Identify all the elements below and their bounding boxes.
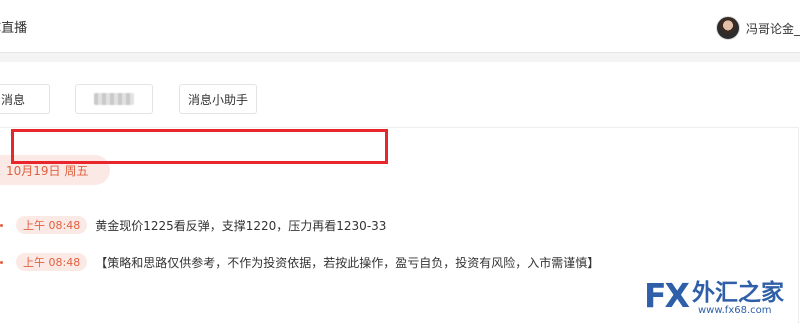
- logo-name: 外汇之家: [692, 280, 784, 306]
- date-label: 10月19日 周五: [6, 163, 89, 178]
- app-title: C直播: [0, 21, 28, 36]
- time-badge: 上午 08:48: [16, 216, 88, 234]
- highlight-box: [11, 129, 388, 164]
- avatar[interactable]: [715, 16, 740, 40]
- tab-message-assistant-label: 消息小助手: [187, 92, 248, 107]
- message-text: 【策略和思路仅供参考，不作为投资依据，若按此操作，盈亏自负，投资有风险，入市需谨…: [95, 255, 600, 270]
- timeline-dot: [0, 223, 3, 227]
- message-text: 黄金现价1225看反弹，支撑1220，压力再看1230-33: [95, 218, 387, 233]
- top-bar: C直播 冯哥论金_: [0, 0, 800, 53]
- list-item: 上午 08:48 黄金现价1225看反弹，支撑1220，压力再看1230-33: [0, 214, 386, 236]
- tab-message-assistant[interactable]: 消息小助手: [179, 84, 257, 114]
- timeline-dot: [0, 260, 3, 264]
- user-name[interactable]: 冯哥论金_: [746, 20, 800, 37]
- tab-blurred[interactable]: [75, 84, 153, 114]
- list-item: 上午 08:48 【策略和思路仅供参考，不作为投资依据，若按此操作，盈亏自负，投…: [0, 251, 599, 273]
- blurred-label: [94, 93, 134, 105]
- logo-brand: FX: [644, 276, 690, 315]
- logo-url: www.fx68.com: [698, 305, 772, 316]
- tab-messages-label: 消息: [1, 92, 26, 107]
- time-badge: 上午 08:48: [16, 253, 88, 271]
- watermark-logo: FX 外汇之家 www.fx68.com: [644, 278, 794, 318]
- user-menu[interactable]: 冯哥论金_: [715, 15, 800, 41]
- tab-messages[interactable]: 消息: [0, 84, 50, 114]
